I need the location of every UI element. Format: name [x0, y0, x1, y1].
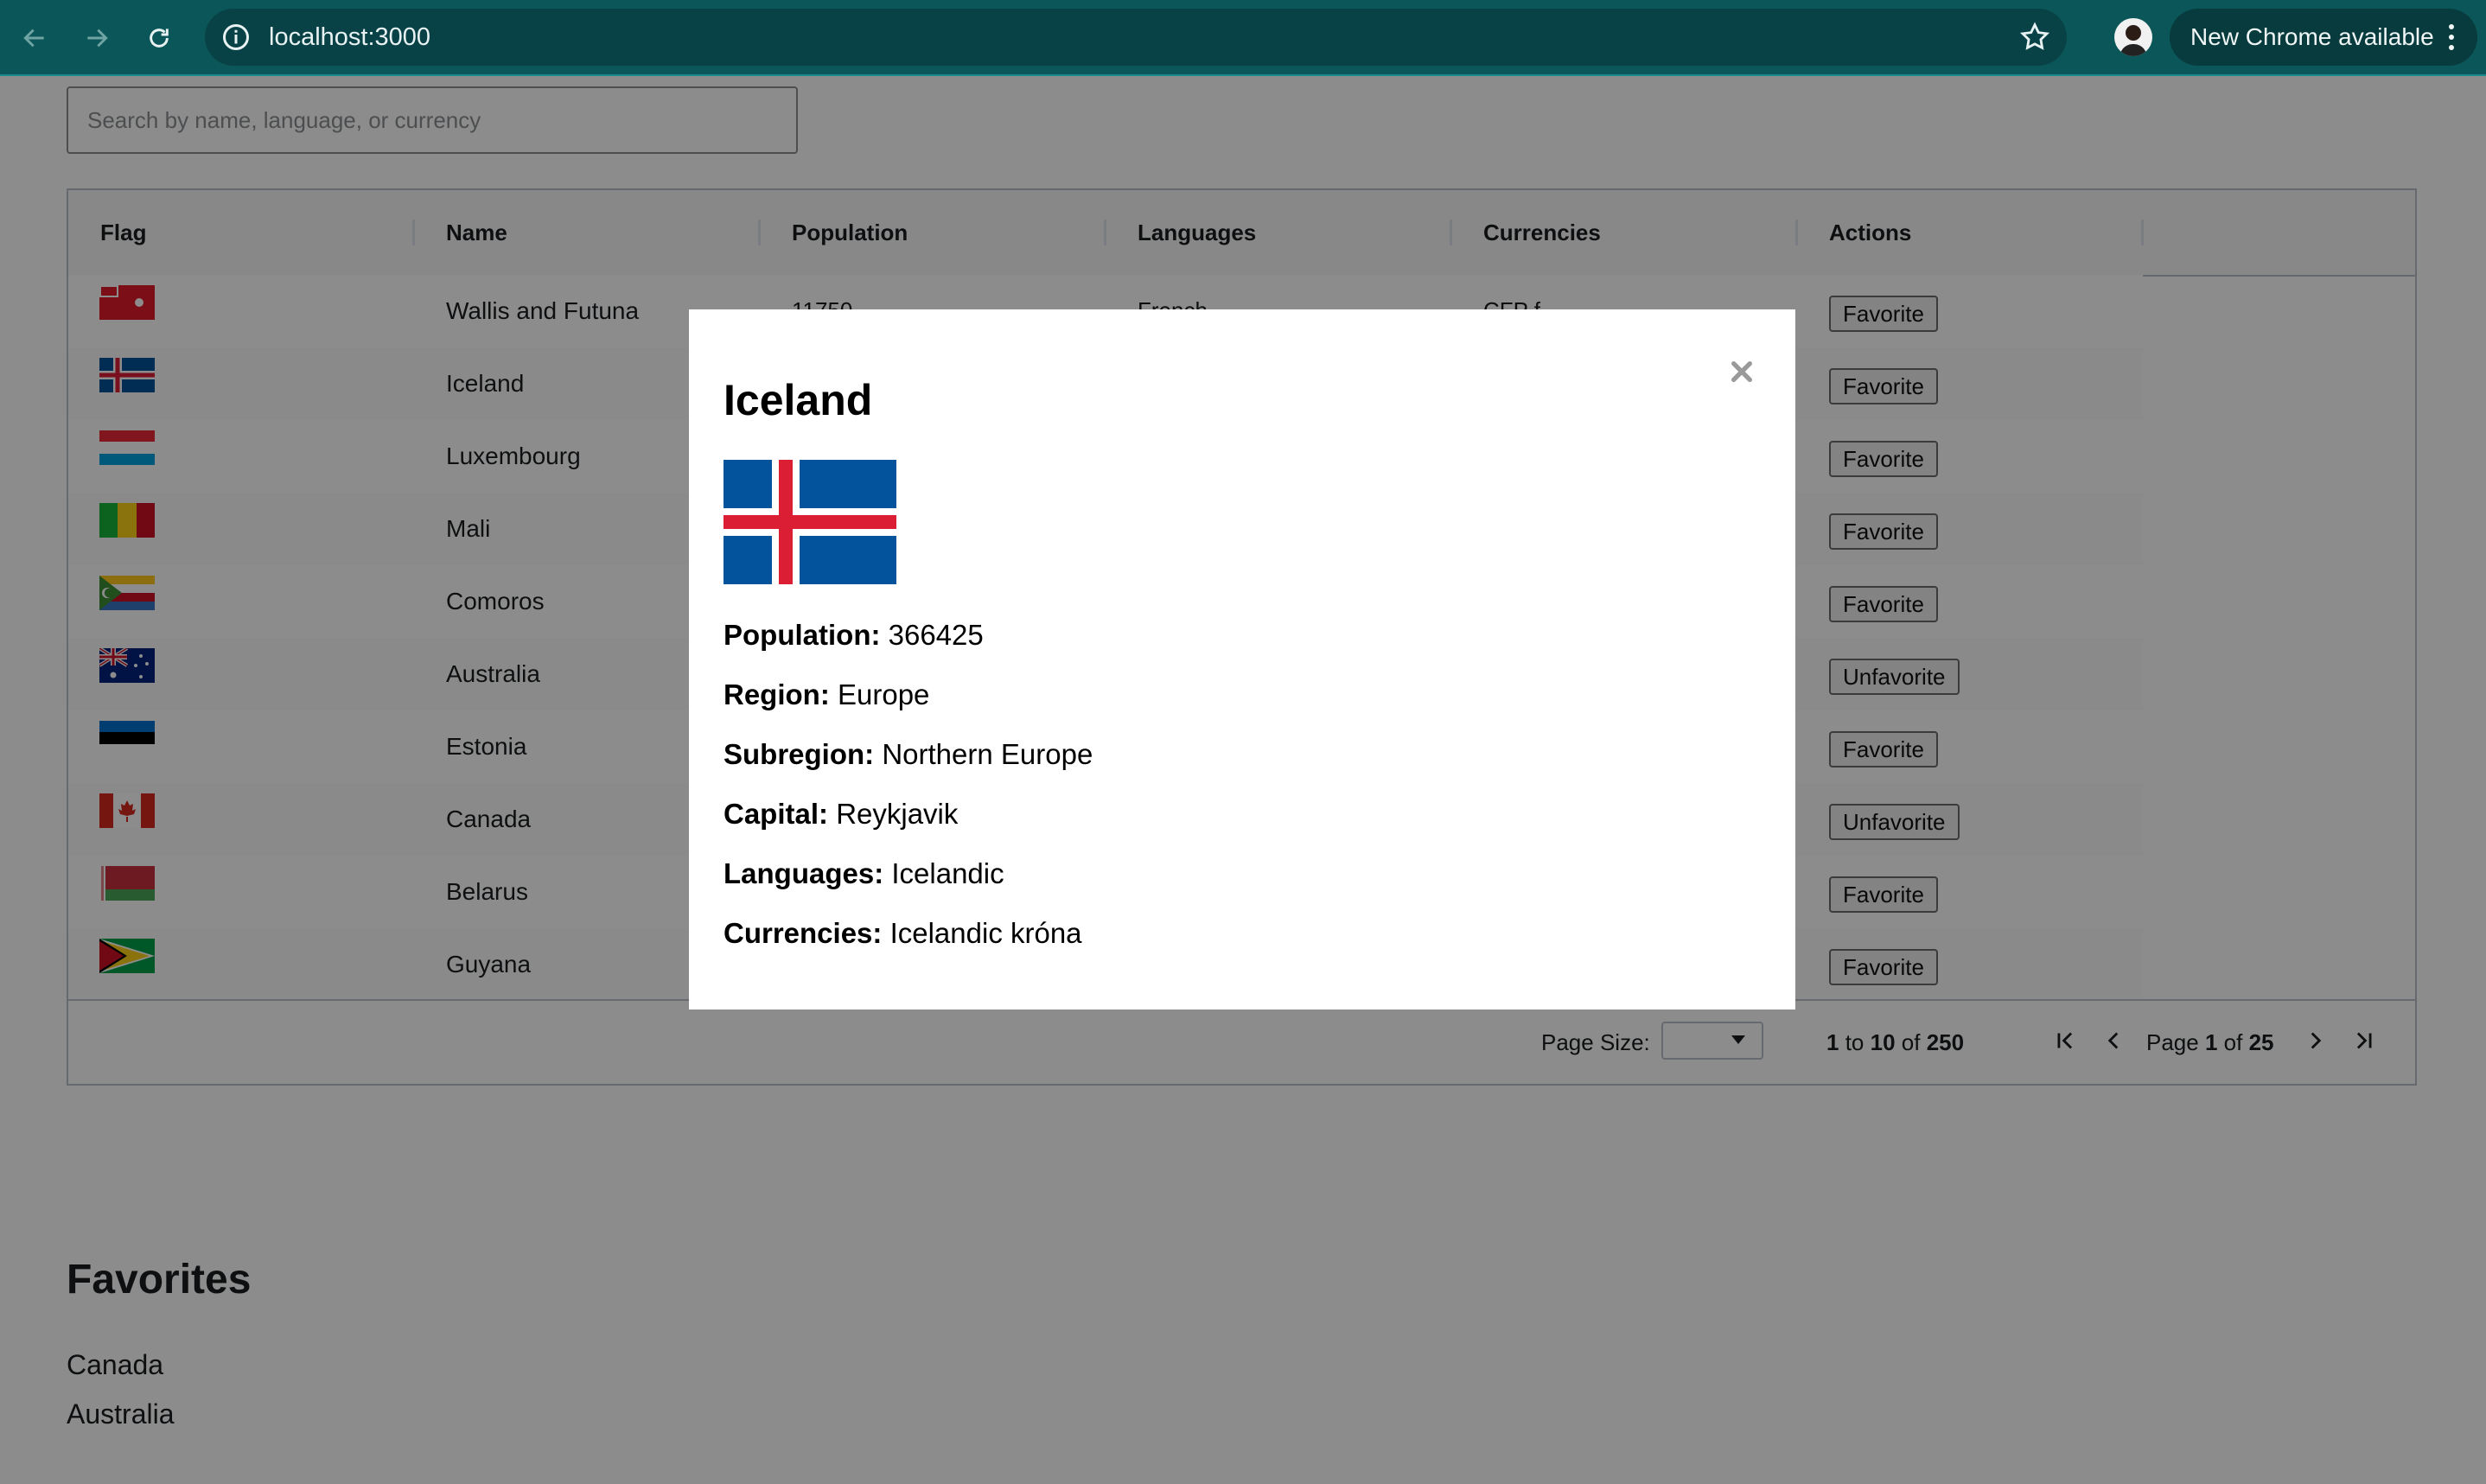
close-icon[interactable]: [1728, 358, 1756, 385]
capital-label: Capital:: [723, 798, 829, 830]
address-bar[interactable]: localhost:3000: [205, 9, 2067, 66]
currencies-detail: Currencies: Icelandic króna: [723, 917, 1082, 950]
subregion-detail: Subregion: Northern Europe: [723, 738, 1093, 771]
subregion-value: Northern Europe: [882, 738, 1093, 770]
reload-icon: [150, 29, 169, 48]
url-text: localhost:3000: [269, 23, 431, 51]
site-info-icon[interactable]: [220, 22, 252, 53]
subregion-label: Subregion:: [723, 738, 875, 770]
languages-label: Languages:: [723, 857, 884, 889]
profile-avatar[interactable]: [2114, 18, 2152, 56]
more-menu-icon: [2449, 24, 2454, 50]
population-label: Population:: [723, 619, 881, 651]
bookmark-star-icon[interactable]: [2018, 21, 2051, 54]
forward-button[interactable]: [78, 19, 116, 57]
region-detail: Region: Europe: [723, 678, 929, 711]
currencies-value: Icelandic króna: [889, 917, 1082, 949]
flag-iceland-icon: [723, 460, 896, 584]
arrow-left-icon: [23, 29, 44, 48]
region-value: Europe: [838, 678, 930, 710]
population-detail: Population: 366425: [723, 619, 984, 652]
population-value: 366425: [888, 619, 984, 651]
browser-toolbar: localhost:3000 New Chrome available: [0, 0, 2486, 76]
languages-value: Icelandic: [891, 857, 1004, 889]
modal-title: Iceland: [723, 376, 873, 424]
country-detail-modal: Iceland Population: 366425 Region: Europ…: [689, 309, 1795, 1010]
chrome-update-button[interactable]: New Chrome available: [2170, 9, 2477, 66]
capital-value: Reykjavik: [836, 798, 959, 830]
back-button[interactable]: [16, 19, 54, 57]
currencies-label: Currencies:: [723, 917, 883, 949]
languages-detail: Languages: Icelandic: [723, 857, 1004, 890]
avatar-icon: [2119, 25, 2147, 56]
capital-detail: Capital: Reykjavik: [723, 798, 958, 831]
region-label: Region:: [723, 678, 830, 710]
arrow-right-icon: [87, 29, 108, 48]
update-label: New Chrome available: [2190, 23, 2434, 50]
reload-button[interactable]: [140, 19, 178, 57]
